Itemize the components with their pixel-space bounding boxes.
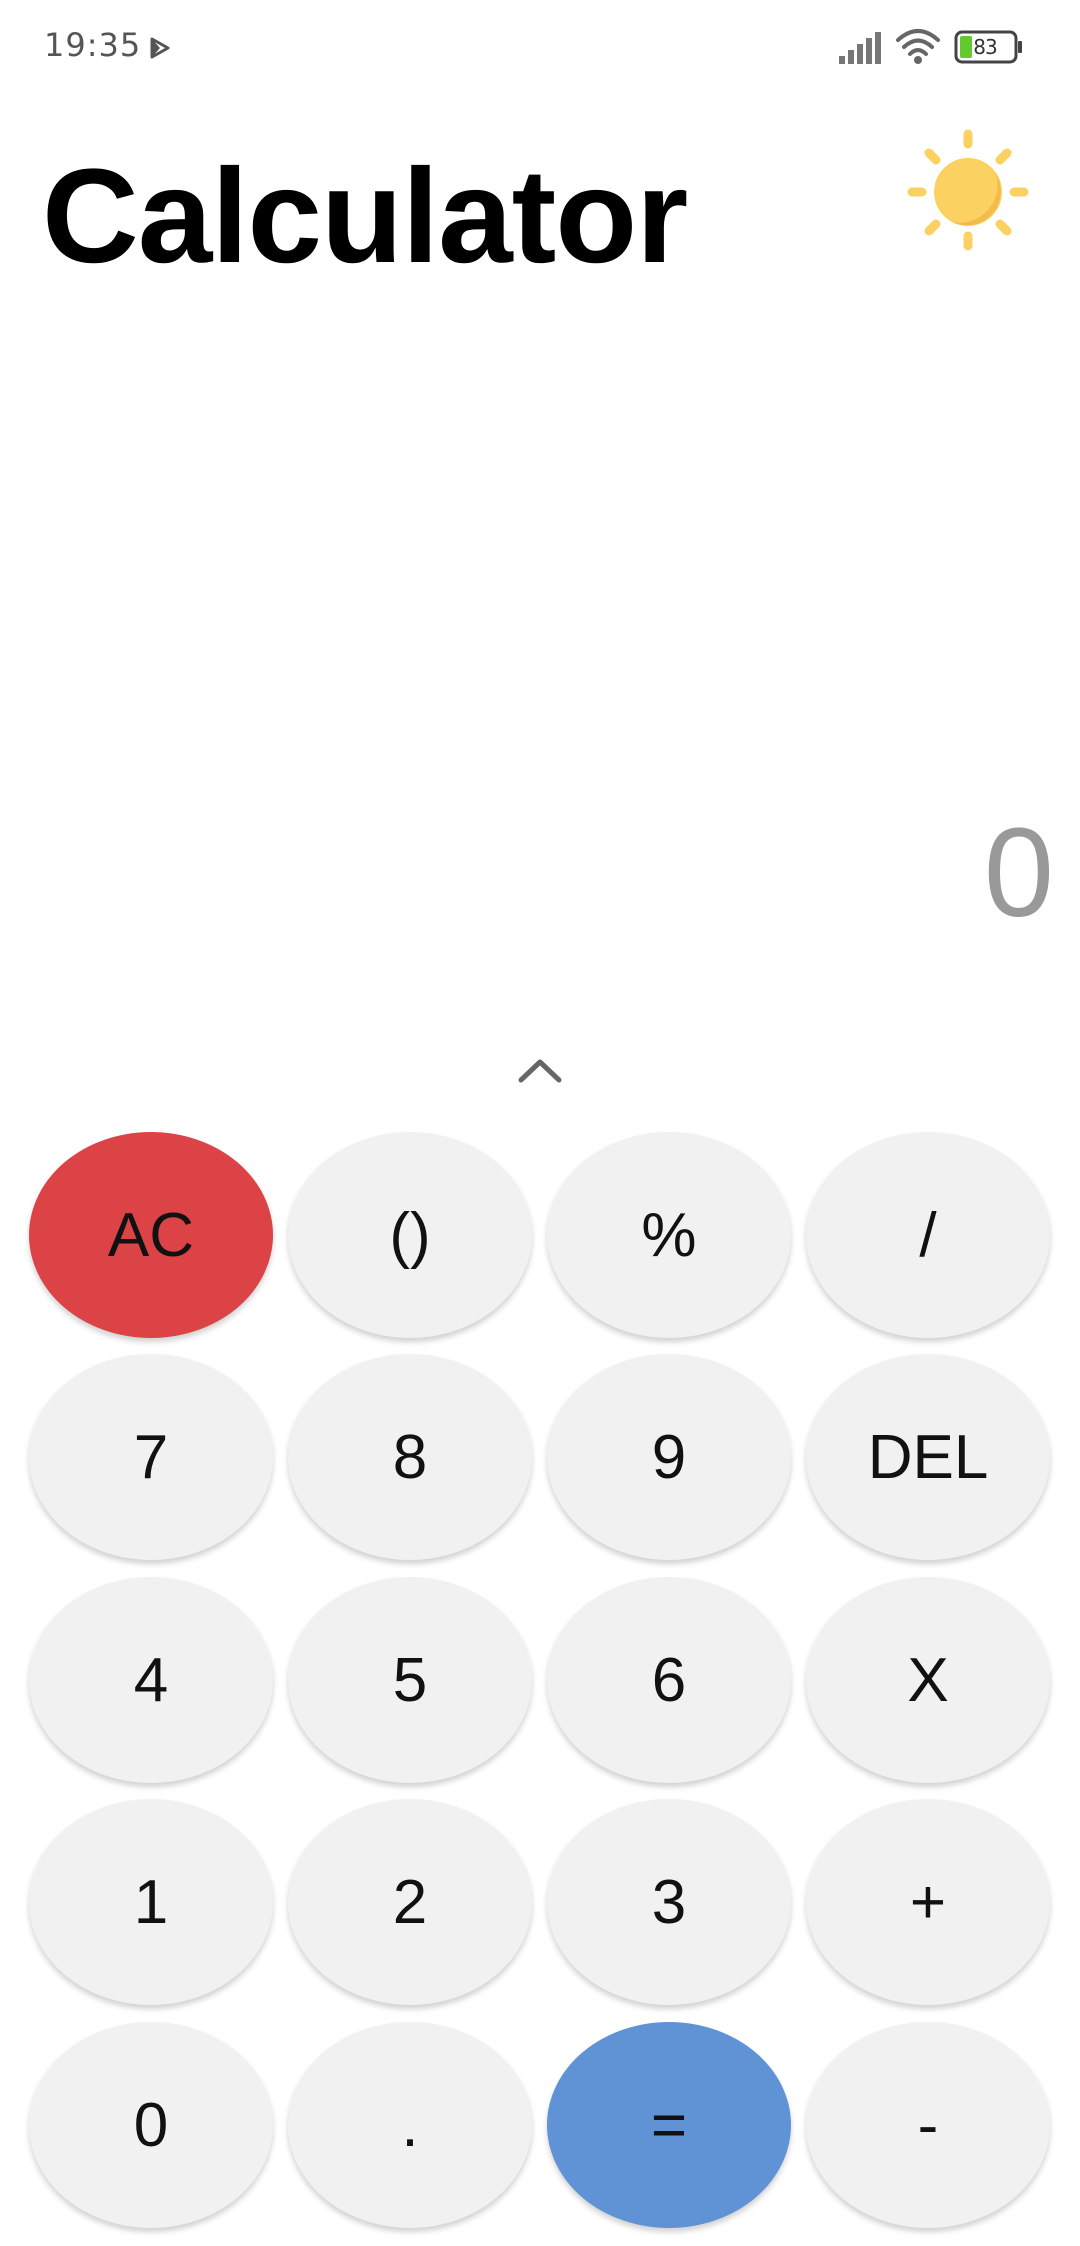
battery-level: 83 [973, 35, 997, 59]
sun-icon[interactable] [904, 126, 1032, 254]
result-display: 0 [983, 802, 1054, 943]
signal-icon [839, 32, 881, 64]
digit-9-button[interactable]: 9 [547, 1354, 791, 1560]
add-button[interactable]: + [806, 1799, 1050, 2005]
decimal-button[interactable]: . [288, 2022, 532, 2228]
page-title: Calculator [42, 142, 688, 291]
status-bar: 19:35 83 [0, 0, 1080, 96]
digit-5-button[interactable]: 5 [288, 1577, 532, 1783]
subtract-button[interactable]: - [806, 2022, 1050, 2228]
digit-6-button[interactable]: 6 [547, 1577, 791, 1783]
digit-2-button[interactable]: 2 [288, 1799, 532, 2005]
battery-icon: 83 [954, 30, 1024, 64]
equals-button[interactable]: = [547, 2022, 791, 2228]
keypad: AC () % / 7 8 9 DEL 4 5 6 X 1 2 3 + 0 . … [29, 1132, 1051, 2242]
divide-button[interactable]: / [806, 1132, 1050, 1338]
digit-3-button[interactable]: 3 [547, 1799, 791, 2005]
delete-button[interactable]: DEL [806, 1354, 1050, 1560]
digit-8-button[interactable]: 8 [288, 1354, 532, 1560]
digit-0-button[interactable]: 0 [29, 2022, 273, 2228]
digit-4-button[interactable]: 4 [29, 1577, 273, 1783]
clear-button[interactable]: AC [29, 1132, 273, 1338]
parentheses-button[interactable]: () [288, 1132, 532, 1338]
digit-7-button[interactable]: 7 [29, 1354, 273, 1560]
digit-1-button[interactable]: 1 [29, 1799, 273, 2005]
play-store-icon [150, 37, 170, 59]
multiply-button[interactable]: X [806, 1577, 1050, 1783]
status-time: 19:35 [44, 26, 142, 64]
chevron-up-icon[interactable] [515, 1050, 565, 1090]
percent-button[interactable]: % [547, 1132, 791, 1338]
wifi-icon [896, 29, 940, 64]
